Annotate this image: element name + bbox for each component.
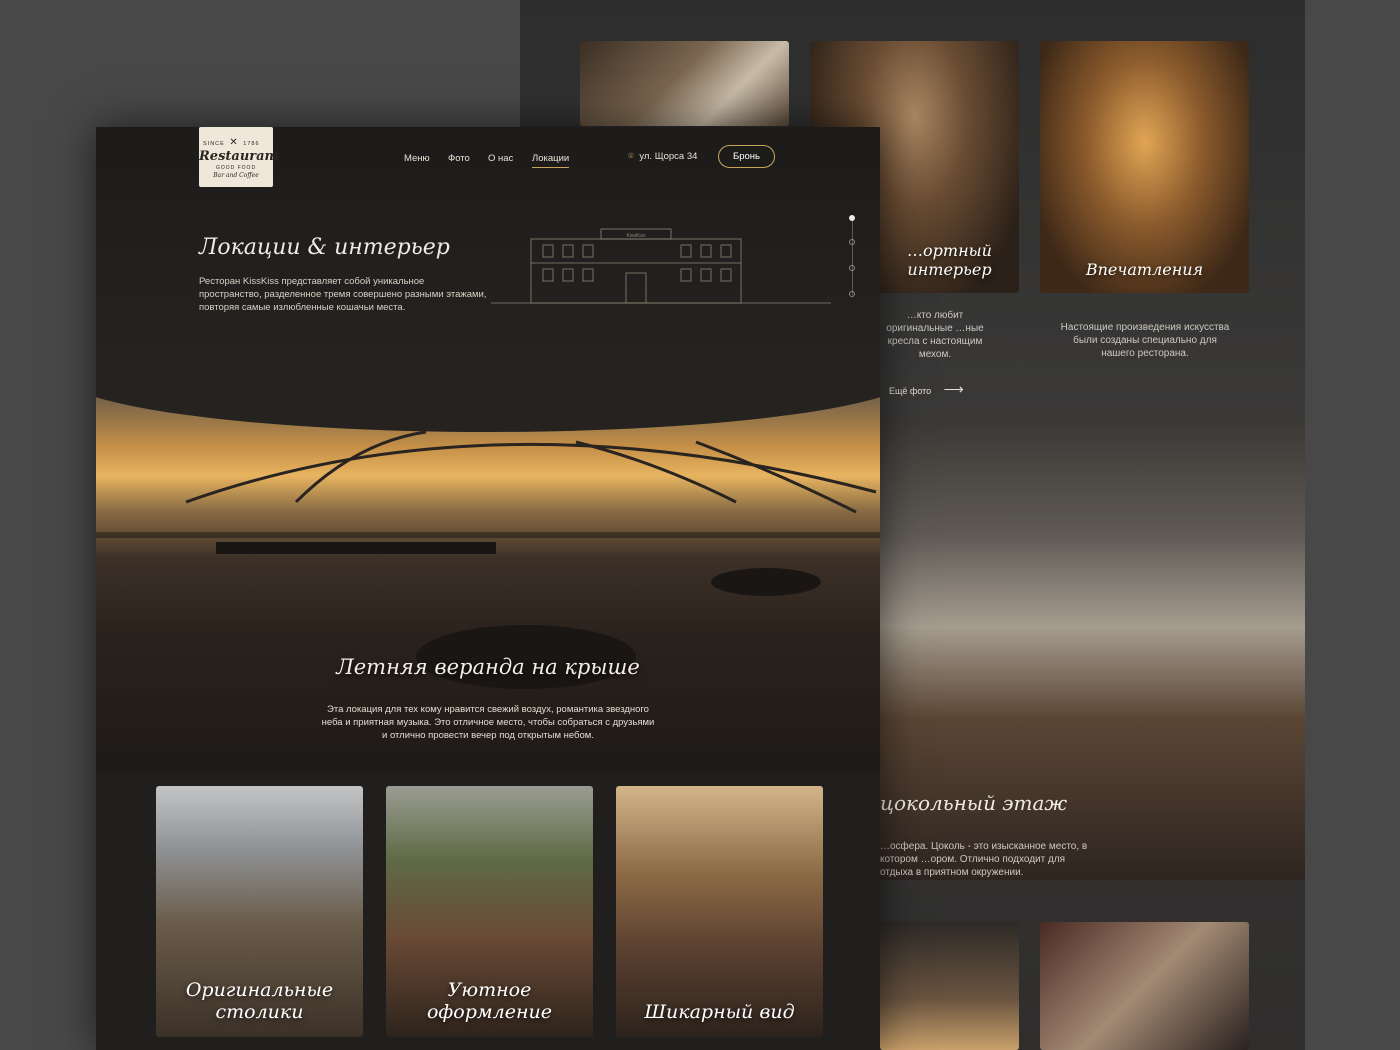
book-button[interactable]: Бронь	[718, 145, 775, 168]
logo-year: 1786	[243, 141, 260, 147]
logo-tagline: GOOD FOOD	[215, 165, 257, 171]
photo-card-kitchen[interactable]	[580, 41, 789, 126]
gallery-card-decor[interactable]: Уютное оформление	[386, 786, 593, 1037]
gallery-caption: Шикарный вид	[644, 1001, 795, 1023]
building-illustration: KissKiss	[491, 228, 831, 304]
pager-dot[interactable]	[849, 265, 855, 271]
photo-caption: …ортный интерьер	[907, 241, 992, 279]
veranda-description: Эта локация для тех кому нравится свежий…	[321, 704, 655, 741]
veranda-title: Летняя веранда на крыше	[336, 655, 640, 679]
gallery-card-view[interactable]: Шикарный вид	[616, 786, 823, 1037]
gallery-card-tables[interactable]: Оригинальные столики	[156, 786, 363, 1037]
logo[interactable]: SINCE ✕ 1786 Restaurant GOOD FOOD Bar an…	[199, 127, 281, 187]
fork-knife-icon: ✕	[229, 137, 239, 148]
intro-description: Ресторан KissKiss представляет собой уни…	[199, 276, 487, 313]
photo-card-music[interactable]	[1040, 922, 1249, 1050]
pager-dot[interactable]	[849, 291, 855, 297]
more-photos-label: Ещё фото	[889, 386, 932, 396]
building-sign: KissKiss	[627, 233, 646, 239]
address[interactable]: ⌾ ул. Щорса 34	[628, 151, 697, 162]
basement-description: …осфера. Цоколь - это изысканное место, …	[880, 841, 1088, 878]
pager-dot-active[interactable]	[849, 215, 855, 221]
address-text: ул. Щорса 34	[639, 151, 698, 162]
card-description: …кто любит оригинальные …ные кресла с на…	[886, 310, 984, 360]
nav-about[interactable]: О нас	[488, 153, 513, 164]
header-section: SINCE ✕ 1786 Restaurant GOOD FOOD Bar an…	[96, 127, 880, 387]
nav-locations[interactable]: Локации	[532, 153, 570, 168]
pager-dot[interactable]	[849, 239, 855, 245]
logo-since-label: SINCE	[203, 141, 225, 147]
nav-menu[interactable]: Меню	[404, 153, 430, 164]
basement-title: цокольный этаж	[880, 791, 1068, 815]
logo-brand: Restaurant	[199, 149, 281, 164]
photo-card-bar[interactable]	[880, 922, 1019, 1050]
nav-photo[interactable]: Фото	[448, 153, 470, 164]
pager-line	[852, 215, 853, 295]
page-title: Локации & интерьер	[199, 235, 450, 260]
more-photos-link[interactable]: Ещё фото ⟶	[889, 381, 964, 398]
card-description: Настоящие произведения искусства были со…	[1060, 322, 1230, 359]
location-pin-icon: ⌾	[628, 151, 634, 162]
photo-card-impressions[interactable]: Впечатления	[1040, 41, 1249, 293]
logo-sub: Bar and Coffee	[213, 172, 259, 179]
photo-caption: Впечатления	[1085, 260, 1204, 279]
gallery-caption: Оригинальные столики	[185, 979, 334, 1023]
gallery-caption: Уютное оформление	[426, 979, 552, 1023]
logo-since: SINCE ✕ 1786	[203, 137, 260, 148]
arrow-right-icon: ⟶	[943, 381, 964, 397]
front-page: SINCE ✕ 1786 Restaurant GOOD FOOD Bar an…	[96, 127, 880, 1050]
